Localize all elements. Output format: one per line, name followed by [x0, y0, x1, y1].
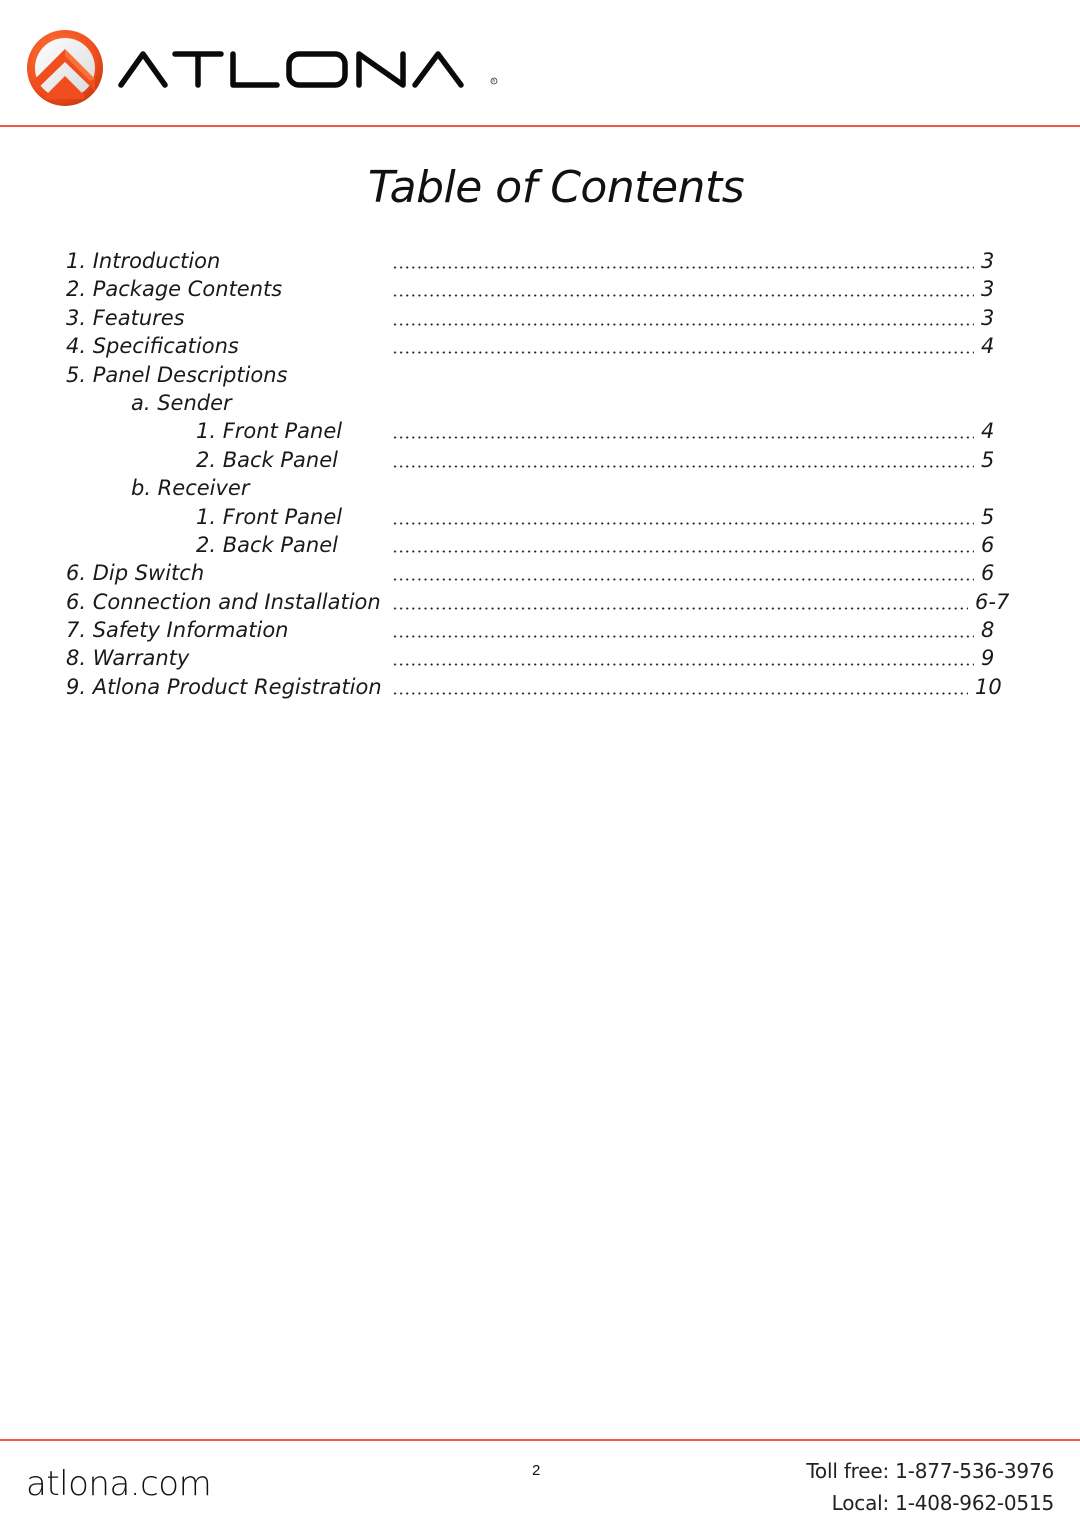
toc-entry-page: 6: [981, 561, 995, 586]
toc-entry-label: a. Sender: [131, 390, 232, 415]
toc-entry[interactable]: 8. Warranty 9: [0, 644, 1080, 672]
toc-entry-page: 6: [981, 532, 995, 557]
toc-entry[interactable]: a. Sender: [0, 389, 1080, 417]
toll-free-number: Toll free: 1-877-536-3976: [806, 1459, 1054, 1483]
toc-entry-page: 9: [981, 646, 995, 671]
toc-entry-label: 7. Safety Information: [66, 618, 289, 643]
table-of-contents: 1. Introduction 3 2. Package Contents 3 3. F…: [0, 247, 1080, 701]
toc-entry[interactable]: b. Receiver: [0, 474, 1080, 502]
toc-dot-leader: [392, 663, 974, 667]
toc-entry[interactable]: 1. Front Panel 4: [0, 417, 1080, 445]
toc-dot-leader: [392, 464, 974, 468]
toc-entry-page: 3: [981, 277, 995, 302]
toc-entry[interactable]: 4. Specifications 4: [0, 332, 1080, 360]
toc-entry-label: 5. Panel Descriptions: [66, 362, 288, 387]
toc-entry-label: 2. Package Contents: [66, 277, 283, 302]
toc-entry[interactable]: 7. Safety Information 8: [0, 616, 1080, 644]
toc-entry-label: b. Receiver: [131, 476, 250, 501]
toc-dot-leader: [392, 266, 974, 269]
toc-dot-leader: [392, 322, 974, 326]
local-number: Local: 1-408-962-0515: [831, 1491, 1055, 1515]
toc-dot-leader: [392, 691, 968, 695]
toc-entry-page: 6-7: [975, 589, 1010, 614]
toc-entry-label: 6. Dip Switch: [66, 561, 205, 586]
toc-entry-label: 1. Front Panel: [196, 504, 343, 529]
toc-dot-leader: [392, 351, 974, 355]
footer-contact: Toll free: 1-877-536-3976 Local: 1-408-9…: [806, 1455, 1054, 1519]
toc-entry-page: 5: [981, 447, 995, 472]
toc-entry[interactable]: 5. Panel Descriptions: [0, 361, 1080, 389]
toc-dot-leader: [392, 549, 974, 553]
footer-divider: [0, 1439, 1080, 1441]
toc-entry[interactable]: 1. Front Panel 5: [0, 503, 1080, 531]
toc-entry[interactable]: 2. Back Panel 6: [0, 531, 1080, 559]
toc-entry-label: 1. Front Panel: [196, 419, 343, 444]
toc-entry-page: 4: [981, 334, 995, 359]
toc-entry[interactable]: 9. Atlona Product Registration 10: [0, 673, 1080, 701]
toc-dot-leader: [392, 578, 974, 582]
toc-entry[interactable]: 2. Package Contents 3: [0, 275, 1080, 303]
page-title: Table of Contents: [367, 162, 745, 213]
toc-entry[interactable]: 6. Dip Switch 6: [0, 559, 1080, 587]
toc-entry[interactable]: 2. Back Panel 5: [0, 446, 1080, 474]
toc-entry-page: 5: [981, 504, 995, 529]
toc-entry-page: 8: [981, 618, 995, 643]
toc-entry-page: 4: [981, 419, 995, 444]
footer-website[interactable]: atlona.com: [26, 1464, 212, 1504]
toc-entry-label: 6. Connection and Installation: [66, 589, 381, 614]
toc-entry-page: 3: [981, 249, 995, 273]
toc-entry-label: 2. Back Panel: [196, 447, 338, 472]
toc-entry-label: 4. Specifications: [66, 334, 239, 359]
toc-dot-leader: [392, 606, 968, 610]
toc-entry-label: 1. Introduction: [66, 249, 221, 273]
toc-entry-label: 9. Atlona Product Registration: [66, 674, 382, 699]
toc-dot-leader: [392, 436, 974, 440]
atlona-wordmark: R: [118, 51, 498, 88]
toc-dot-leader: [392, 521, 974, 525]
toc-entry-label: 8. Warranty: [66, 646, 190, 671]
page-header: R: [0, 0, 1080, 128]
page-number: 2: [532, 1462, 541, 1479]
svg-text:R: R: [492, 79, 495, 84]
toc-entry-label: 3. Features: [66, 305, 185, 330]
atlona-logo-icon: [27, 30, 103, 106]
toc-entry[interactable]: 1. Introduction 3: [0, 247, 1080, 275]
toc-entry-page: 10: [975, 674, 1002, 699]
toc-dot-leader: [392, 294, 974, 298]
toc-dot-leader: [392, 635, 974, 639]
toc-entry[interactable]: 6. Connection and Installation 6-7: [0, 588, 1080, 616]
toc-entry-page: 3: [981, 305, 995, 330]
toc-entry[interactable]: 3. Features 3: [0, 304, 1080, 332]
header-divider: [0, 125, 1080, 127]
toc-entry-label: 2. Back Panel: [196, 532, 338, 557]
